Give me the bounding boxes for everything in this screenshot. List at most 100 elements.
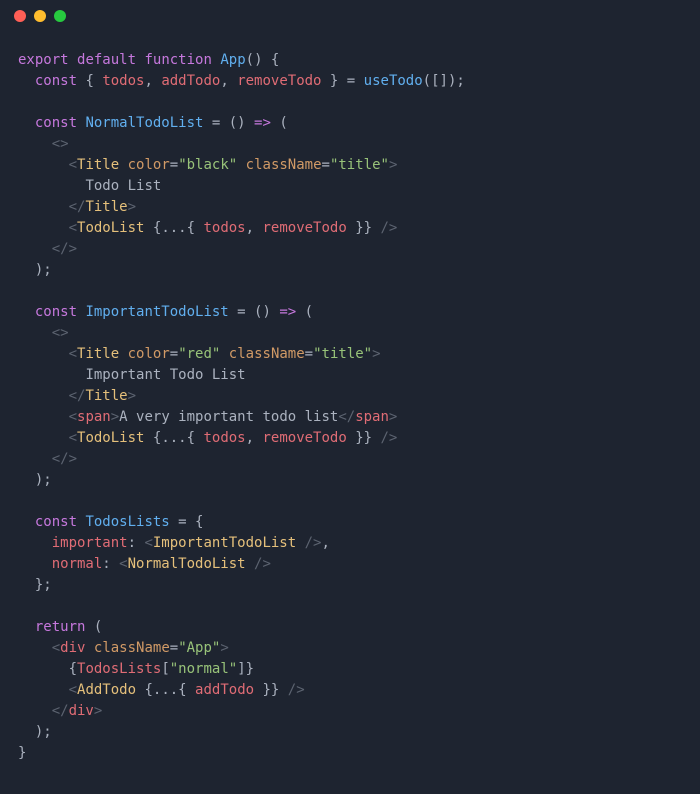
keyword-export: export: [18, 52, 69, 68]
spread: {...{: [153, 430, 204, 446]
tag-bracket: <: [69, 346, 77, 362]
tag-bracket: />: [296, 535, 321, 551]
keyword-default: default: [77, 52, 136, 68]
jsx-tag: Title: [77, 157, 119, 173]
function-name: App: [220, 52, 245, 68]
html-tag: span: [77, 409, 111, 425]
zoom-icon[interactable]: [54, 10, 66, 22]
tag-bracket: />: [279, 682, 304, 698]
tag-bracket: </: [338, 409, 355, 425]
var: removeTodo: [237, 73, 321, 89]
punct: );: [35, 724, 52, 740]
punct: (: [271, 115, 288, 131]
punct: =: [305, 346, 313, 362]
punct: =: [347, 73, 364, 89]
var: todos: [102, 73, 144, 89]
sp: [144, 220, 152, 236]
tag-bracket: >: [389, 157, 397, 173]
string: "App": [178, 640, 220, 656]
var: addTodo: [195, 682, 254, 698]
tag-bracket: </: [52, 703, 69, 719]
punct: ([]);: [423, 73, 465, 89]
component-name: NormalTodoList: [77, 115, 203, 131]
string: "title": [313, 346, 372, 362]
tag-bracket: />: [372, 430, 397, 446]
tag-bracket: >: [372, 346, 380, 362]
punct: (: [296, 304, 313, 320]
tag-bracket: />: [372, 220, 397, 236]
punct: =: [170, 346, 178, 362]
minimize-icon[interactable]: [34, 10, 46, 22]
punct: ,: [144, 73, 161, 89]
fragment-open: <>: [52, 136, 69, 152]
punct: );: [35, 472, 52, 488]
tag-bracket: <: [69, 409, 77, 425]
punct: :: [102, 556, 119, 572]
bracket: [: [161, 661, 169, 677]
tag-bracket: <: [144, 535, 152, 551]
window-titlebar: [0, 0, 700, 32]
string: "black": [178, 157, 237, 173]
html-tag: div: [69, 703, 94, 719]
tag-bracket: >: [128, 199, 136, 215]
keyword-return: return: [35, 619, 86, 635]
jsx-attr: className: [229, 346, 305, 362]
keyword-const: const: [35, 514, 77, 530]
jsx-attr: color: [128, 346, 170, 362]
punct: :: [128, 535, 145, 551]
function-call: useTodo: [364, 73, 423, 89]
jsx-attr: className: [94, 640, 170, 656]
brace: {: [69, 661, 77, 677]
jsx-tag: TodoList: [77, 220, 144, 236]
object-key: important: [52, 535, 128, 551]
punct: );: [35, 262, 52, 278]
punct: ,: [321, 535, 329, 551]
sp: [119, 157, 127, 173]
tag-bracket: >: [220, 640, 228, 656]
arrow: =>: [279, 304, 296, 320]
string: "red": [178, 346, 220, 362]
punct: (: [85, 619, 102, 635]
arrow: =>: [254, 115, 271, 131]
var-name: TodosLists: [77, 514, 170, 530]
punct: ,: [246, 220, 263, 236]
code-block: export default function App() { const { …: [0, 32, 700, 782]
html-tag: div: [60, 640, 85, 656]
spread: {...{: [153, 220, 204, 236]
punct: }}: [347, 220, 372, 236]
sp: [220, 346, 228, 362]
fragment-open: <>: [52, 325, 69, 341]
punct: }: [18, 745, 26, 761]
jsx-tag: Title: [77, 346, 119, 362]
close-icon[interactable]: [14, 10, 26, 22]
spread: {...{: [144, 682, 195, 698]
punct: = {: [170, 514, 204, 530]
component-name: ImportantTodoList: [77, 304, 229, 320]
tag-bracket: <: [69, 682, 77, 698]
var: todos: [203, 430, 245, 446]
jsx-text: Todo List: [85, 178, 161, 194]
jsx-tag: NormalTodoList: [128, 556, 246, 572]
punct: =: [322, 157, 330, 173]
tag-bracket: >: [389, 409, 397, 425]
string: "normal": [170, 661, 237, 677]
punct: ,: [220, 73, 237, 89]
jsx-text: A very important todo list: [119, 409, 338, 425]
sp: [119, 346, 127, 362]
jsx-text: Important Todo List: [85, 367, 245, 383]
punct: {: [77, 73, 102, 89]
keyword-const: const: [35, 115, 77, 131]
jsx-tag: Title: [85, 199, 127, 215]
punct: };: [35, 577, 52, 593]
tag-bracket: <: [69, 220, 77, 236]
bracket: ]: [237, 661, 245, 677]
object-key: normal: [52, 556, 103, 572]
keyword-function: function: [144, 52, 211, 68]
tag-bracket: >: [128, 388, 136, 404]
jsx-tag: ImportantTodoList: [153, 535, 296, 551]
sp: [85, 640, 93, 656]
jsx-attr: color: [128, 157, 170, 173]
jsx-tag: AddTodo: [77, 682, 136, 698]
punct: () {: [246, 52, 280, 68]
tag-bracket: </: [69, 199, 86, 215]
